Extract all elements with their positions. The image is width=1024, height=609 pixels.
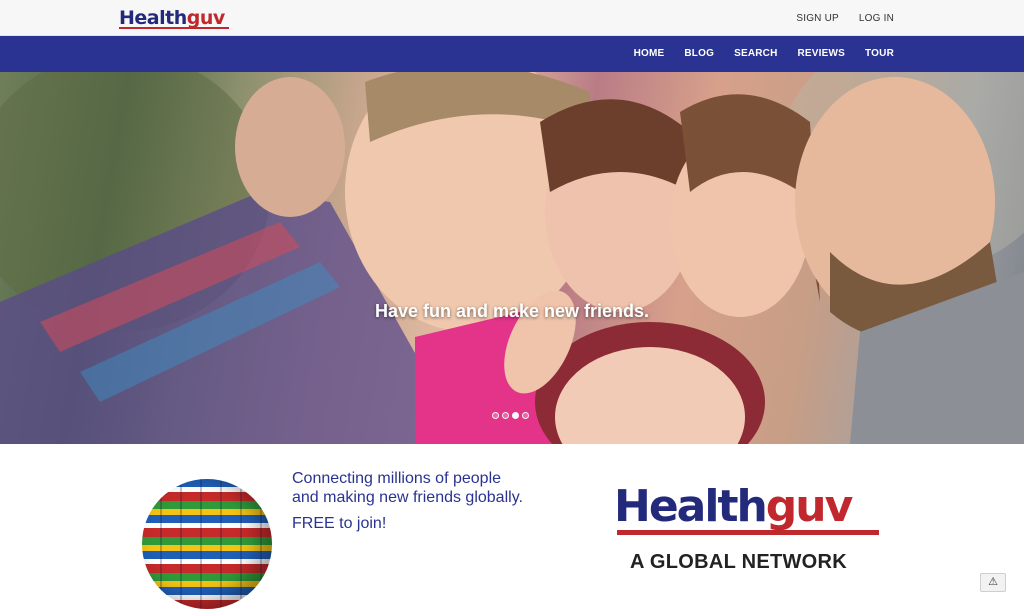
flags-globe-image: [142, 479, 272, 609]
log-in-link[interactable]: LOG IN: [859, 13, 894, 24]
hero-caption: Have fun and make new friends.: [374, 301, 650, 321]
slider-dot-1[interactable]: [492, 412, 499, 419]
account-links: SIGN UP LOG IN: [796, 13, 894, 24]
nav-tour[interactable]: TOUR: [865, 48, 894, 59]
slider-dots: [492, 412, 529, 419]
logo-underline: [119, 27, 229, 29]
brand-part-health: Health: [614, 481, 768, 532]
hero-slider[interactable]: Have fun and make new friends.: [0, 72, 1024, 444]
slider-dot-4[interactable]: [522, 412, 529, 419]
tagline-line-1: Connecting millions of people: [292, 470, 502, 487]
sign-up-link[interactable]: SIGN UP: [796, 13, 839, 24]
logo-part-guv: guv: [186, 7, 226, 29]
top-bar: Healthguv SIGN UP LOG IN: [0, 0, 1024, 36]
logo-part-health: Health: [119, 7, 187, 29]
nav-search[interactable]: SEARCH: [734, 48, 777, 59]
hero-photo: [0, 72, 1024, 444]
main-nav: HOME BLOG SEARCH REVIEWS TOUR: [0, 36, 1024, 72]
global-network-subtitle: A GLOBAL NETWORK: [630, 551, 848, 573]
site-logo[interactable]: Healthguv: [119, 8, 225, 28]
brand-logo-underline: [617, 530, 879, 535]
nav-reviews[interactable]: REVIEWS: [798, 48, 846, 59]
slider-dot-2[interactable]: [502, 412, 509, 419]
main-nav-links: HOME BLOG SEARCH REVIEWS TOUR: [634, 48, 894, 59]
nav-home[interactable]: HOME: [634, 48, 665, 59]
tagline: Connecting millions of people and making…: [292, 469, 592, 507]
free-to-join-text: FREE to join!: [292, 515, 387, 532]
slider-dot-3[interactable]: [512, 412, 519, 419]
nav-blog[interactable]: BLOG: [684, 48, 714, 59]
brand-logo-large: Healthguv: [614, 481, 854, 532]
brand-part-guv: guv: [765, 481, 854, 532]
warning-icon[interactable]: ⚠: [980, 573, 1006, 592]
tagline-line-2: and making new friends globally.: [292, 489, 523, 506]
